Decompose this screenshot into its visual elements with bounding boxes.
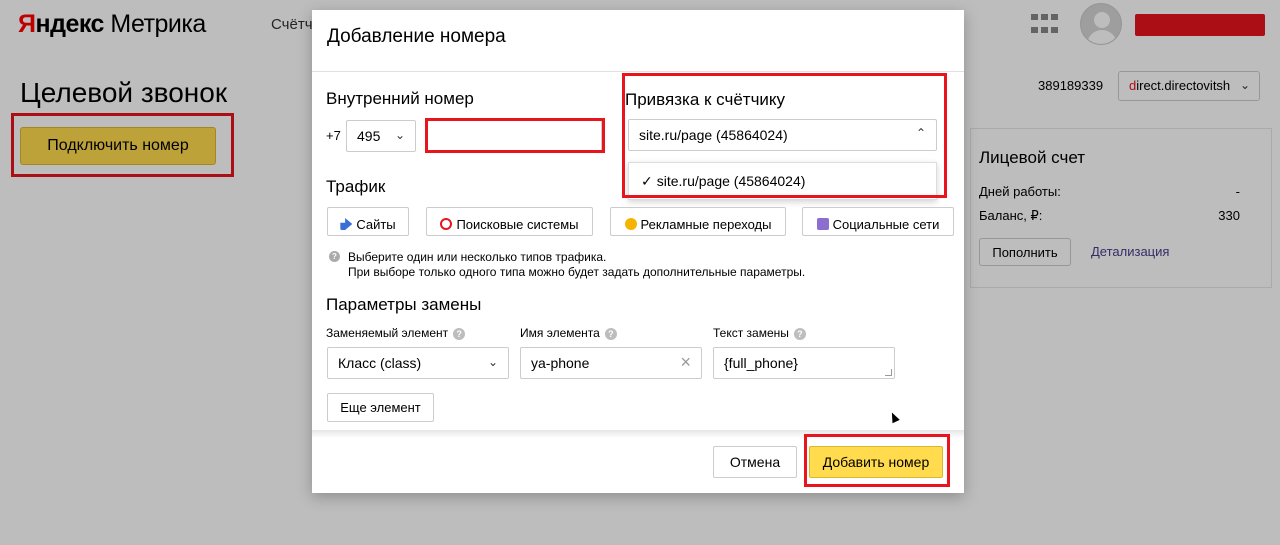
- modal-divider: [312, 71, 964, 72]
- highlight-frame-phone: [425, 118, 605, 153]
- traffic-sites-label: Сайты: [356, 217, 396, 232]
- replace-text-textarea[interactable]: {full_phone}: [713, 347, 895, 379]
- help-icon: ?: [329, 251, 340, 262]
- replaced-element-select[interactable]: Класс (class) ⌄: [327, 347, 509, 379]
- replaced-element-label-text: Заменяемый элемент: [326, 326, 449, 340]
- modal-title: Добавление номера: [327, 26, 506, 47]
- help-icon[interactable]: ?: [793, 327, 806, 340]
- area-code-select[interactable]: 495 ⌄: [346, 120, 416, 152]
- coin-icon: [624, 218, 637, 230]
- country-code: +7: [326, 128, 341, 143]
- replace-text-label-text: Текст замены: [713, 326, 789, 340]
- element-name-label: Имя элемента?: [520, 326, 617, 340]
- highlight-frame-add: [804, 434, 950, 487]
- traffic-search-label: Поисковые системы: [456, 217, 579, 232]
- highlight-frame-counter: [622, 73, 947, 198]
- cancel-button[interactable]: Отмена: [713, 446, 797, 478]
- clear-icon[interactable]: ×: [680, 352, 691, 373]
- add-more-element-button[interactable]: Еще элемент: [327, 393, 434, 422]
- area-code-value: 495: [357, 128, 381, 144]
- replace-text-value: {full_phone}: [724, 355, 798, 371]
- replaced-element-value: Класс (class): [338, 355, 422, 371]
- add-number-modal: Добавление номера Внутренний номер +7 49…: [312, 10, 964, 493]
- traffic-social-button[interactable]: Социальные сети: [802, 207, 954, 236]
- replaced-element-label: Заменяемый элемент?: [326, 326, 466, 340]
- traffic-hint-1: Выберите один или несколько типов трафик…: [348, 250, 607, 264]
- internal-number-heading: Внутренний номер: [326, 89, 474, 108]
- traffic-ads-label: Рекламные переходы: [640, 217, 772, 232]
- traffic-sites-button[interactable]: Сайты: [327, 207, 409, 236]
- replace-params-heading: Параметры замены: [326, 295, 482, 314]
- help-icon[interactable]: ?: [604, 327, 617, 340]
- traffic-social-label: Социальные сети: [832, 217, 940, 232]
- traffic-hint-2: При выборе только одного типа можно буде…: [348, 265, 806, 279]
- help-icon[interactable]: ?: [453, 327, 466, 340]
- person-icon: [816, 218, 829, 230]
- element-name-input[interactable]: ya-phone ×: [520, 347, 702, 379]
- chevron-down-icon: ⌄: [394, 128, 405, 142]
- chevron-down-icon: ⌄: [487, 355, 498, 369]
- element-name-label-text: Имя элемента: [520, 326, 600, 340]
- arrow-icon: [340, 218, 353, 230]
- resize-grip-icon[interactable]: [885, 369, 892, 376]
- traffic-heading: Трафик: [326, 177, 386, 196]
- element-name-value: ya-phone: [531, 355, 590, 371]
- traffic-search-button[interactable]: Поисковые системы: [426, 207, 593, 236]
- replace-text-label: Текст замены?: [713, 326, 806, 340]
- traffic-ads-button[interactable]: Рекламные переходы: [610, 207, 786, 236]
- search-icon: [440, 218, 453, 230]
